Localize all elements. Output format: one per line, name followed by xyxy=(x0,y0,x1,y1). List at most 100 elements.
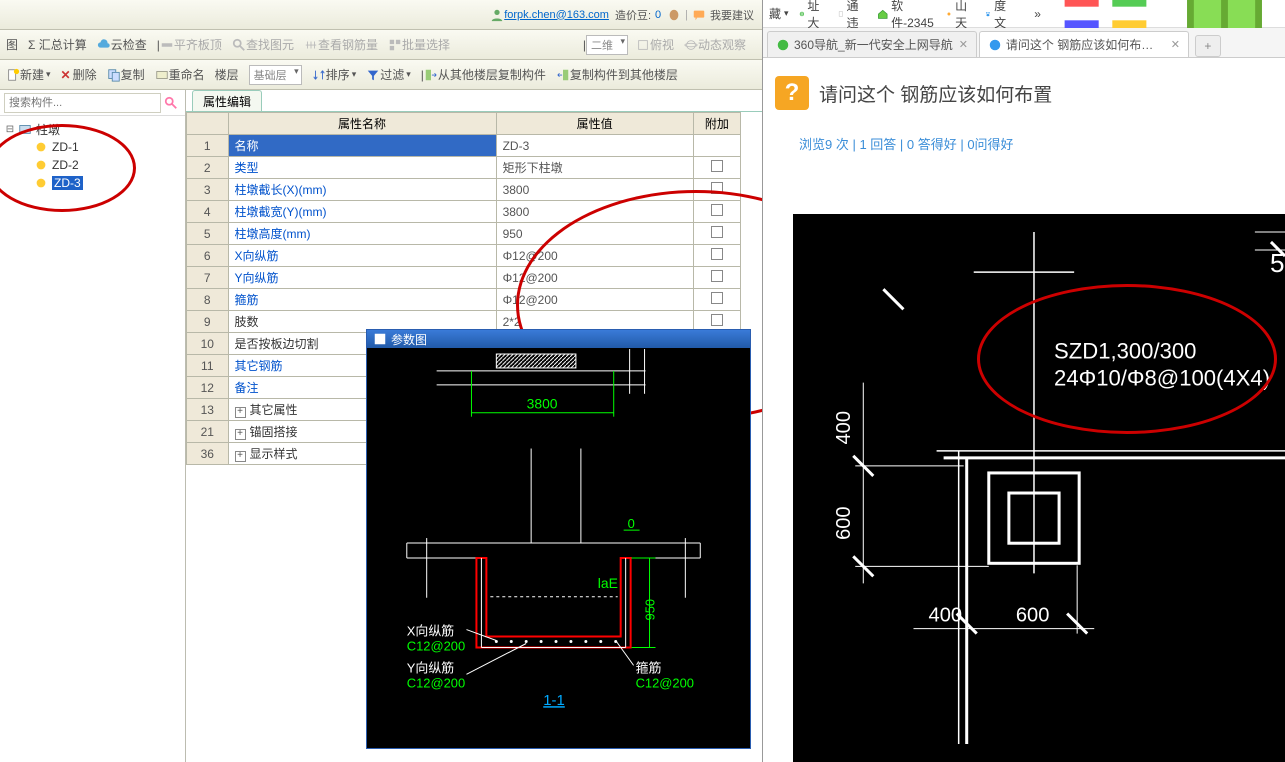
sigma-button[interactable]: Σ 汇总计算 xyxy=(28,36,87,53)
copy-button[interactable]: 复制 xyxy=(107,66,145,83)
search-input[interactable] xyxy=(4,93,161,113)
right-browser: 藏▾ 网址大全 交通违法 软件-2345 佛山天气 百度文库 » 360导航_新… xyxy=(763,0,1285,762)
addon-cell[interactable] xyxy=(693,201,740,223)
row-number: 4 xyxy=(187,201,229,223)
new-button[interactable]: 新建▾ xyxy=(6,66,51,83)
floor-label: 楼层 xyxy=(215,66,239,83)
grid-row[interactable]: 5柱墩高度(mm)950 xyxy=(187,223,741,245)
tab-property-edit[interactable]: 属性编辑 xyxy=(192,90,262,111)
grid-row[interactable]: 6X向纵筋Φ12@200 xyxy=(187,245,741,267)
checkbox[interactable] xyxy=(711,314,723,326)
copy-from-floor-button[interactable]: 从其他楼层复制构件 xyxy=(424,66,546,83)
svg-text:1-1: 1-1 xyxy=(543,692,565,709)
grid-row[interactable]: 2类型矩形下柱墩 xyxy=(187,157,741,179)
batch-select-button[interactable]: 批量选择 xyxy=(388,36,450,53)
addon-cell[interactable] xyxy=(693,157,740,179)
row-number: 9 xyxy=(187,311,229,333)
grid-row[interactable]: 1名称ZD-3 xyxy=(187,135,741,157)
parameter-diagram-window: 参数图 3800 xyxy=(366,329,751,749)
checkbox[interactable] xyxy=(711,182,723,194)
cloud-icon xyxy=(97,38,111,52)
prop-name-cell[interactable]: 柱墩高度(mm) xyxy=(228,223,496,245)
checkbox[interactable] xyxy=(711,292,723,304)
sort-button[interactable]: 排序▾ xyxy=(312,66,357,83)
addon-cell[interactable] xyxy=(693,135,740,157)
prop-value-cell[interactable]: Φ12@200 xyxy=(496,289,693,311)
cloud-check-button[interactable]: 云检查 xyxy=(97,36,147,53)
addon-cell[interactable] xyxy=(693,289,740,311)
collapse-icon[interactable]: ⊟ xyxy=(4,124,16,135)
prop-name-cell[interactable]: 柱墩截宽(Y)(mm) xyxy=(228,201,496,223)
prop-value-cell[interactable]: 3800 xyxy=(496,201,693,223)
bean-label: 造价豆: xyxy=(615,7,651,23)
addon-cell[interactable] xyxy=(693,223,740,245)
svg-text:400: 400 xyxy=(929,605,963,627)
copy-to-floor-button[interactable]: 复制构件到其他楼层 xyxy=(556,66,678,83)
tree-item-zd3[interactable]: ZD-3 xyxy=(4,174,185,192)
pingqi-button[interactable]: 平齐板顶 xyxy=(160,36,222,53)
dimension-select[interactable]: 二维 xyxy=(586,35,628,55)
browser-tab-question[interactable]: 请问这个 钢筋应该如何布置_广 ✕ xyxy=(979,31,1189,57)
expand-icon[interactable]: + xyxy=(235,451,246,462)
delete-button[interactable]: ✕删除 xyxy=(61,66,97,83)
checkbox[interactable] xyxy=(711,204,723,216)
tree-item-zd1[interactable]: ZD-1 xyxy=(4,138,185,156)
house-icon xyxy=(877,7,889,21)
find-tuyuan-button[interactable]: 查找图元 xyxy=(232,36,294,53)
addon-cell[interactable] xyxy=(693,245,740,267)
bookmark-software[interactable]: 软件-2345 xyxy=(877,0,937,31)
addon-cell[interactable] xyxy=(693,267,740,289)
grid-row[interactable]: 8箍筋Φ12@200 xyxy=(187,289,741,311)
bookmark-fav[interactable]: 藏▾ xyxy=(769,5,789,22)
svg-text:400: 400 xyxy=(833,411,855,445)
checkbox[interactable] xyxy=(711,160,723,172)
close-icon[interactable]: ✕ xyxy=(1171,38,1180,51)
prop-name-cell[interactable]: 类型 xyxy=(228,157,496,179)
prop-value-cell[interactable]: Φ12@200 xyxy=(496,245,693,267)
window-icon xyxy=(373,332,387,346)
prop-name-cell[interactable]: 柱墩截长(X)(mm) xyxy=(228,179,496,201)
checkbox[interactable] xyxy=(711,226,723,238)
prop-value-cell[interactable]: 950 xyxy=(496,223,693,245)
prop-name-cell[interactable]: X向纵筋 xyxy=(228,245,496,267)
browser-tab-360[interactable]: 360导航_新一代安全上网导航 ✕ xyxy=(767,31,977,57)
checkbox[interactable] xyxy=(711,248,723,260)
new-tab-button[interactable]: + xyxy=(1195,35,1221,57)
prop-value-cell[interactable]: 矩形下柱墩 xyxy=(496,157,693,179)
bookmark-more[interactable]: » xyxy=(1034,7,1041,21)
orbit-button[interactable]: 动态观察 xyxy=(684,36,746,53)
grid-row[interactable]: 4柱墩截宽(Y)(mm)3800 xyxy=(187,201,741,223)
tu-button[interactable]: 图 xyxy=(6,36,18,53)
rename-button[interactable]: 重命名 xyxy=(155,66,205,83)
new-icon xyxy=(6,68,20,82)
row-number: 3 xyxy=(187,179,229,201)
close-icon[interactable]: ✕ xyxy=(959,38,968,51)
expand-icon[interactable]: + xyxy=(235,429,246,440)
filter-button[interactable]: 过滤▾ xyxy=(366,66,411,83)
suggest-link[interactable]: 我要建议 xyxy=(710,7,754,23)
tree-root[interactable]: ⊟ 柱墩 xyxy=(4,120,185,138)
prop-value-cell[interactable]: Φ12@200 xyxy=(496,267,693,289)
row-number: 11 xyxy=(187,355,229,377)
prop-name-cell[interactable]: 箍筋 xyxy=(228,289,496,311)
floor-select[interactable]: 基础层 xyxy=(249,65,302,85)
search-button[interactable] xyxy=(161,93,181,113)
tree-item-zd2[interactable]: ZD-2 xyxy=(4,156,185,174)
row-number: 5 xyxy=(187,223,229,245)
prop-value-cell[interactable]: 3800 xyxy=(496,179,693,201)
prop-name-cell[interactable]: 名称 xyxy=(228,135,496,157)
prop-value-cell[interactable]: ZD-3 xyxy=(496,135,693,157)
paw-icon xyxy=(985,7,991,21)
view-rebar-button[interactable]: 查看钢筋量 xyxy=(304,36,378,53)
grid-row[interactable]: 7Y向纵筋Φ12@200 xyxy=(187,267,741,289)
grid-row[interactable]: 3柱墩截长(X)(mm)3800 xyxy=(187,179,741,201)
user-link[interactable]: forpk.chen@163.com xyxy=(504,9,609,21)
expand-icon[interactable]: + xyxy=(235,407,246,418)
svg-text:600: 600 xyxy=(833,506,855,539)
batch-icon xyxy=(388,38,402,52)
addon-cell[interactable] xyxy=(693,179,740,201)
prop-name-cell[interactable]: Y向纵筋 xyxy=(228,267,496,289)
top-view-button[interactable]: 俯视 xyxy=(636,36,674,53)
checkbox[interactable] xyxy=(711,270,723,282)
svg-text:C12@200: C12@200 xyxy=(407,638,465,653)
